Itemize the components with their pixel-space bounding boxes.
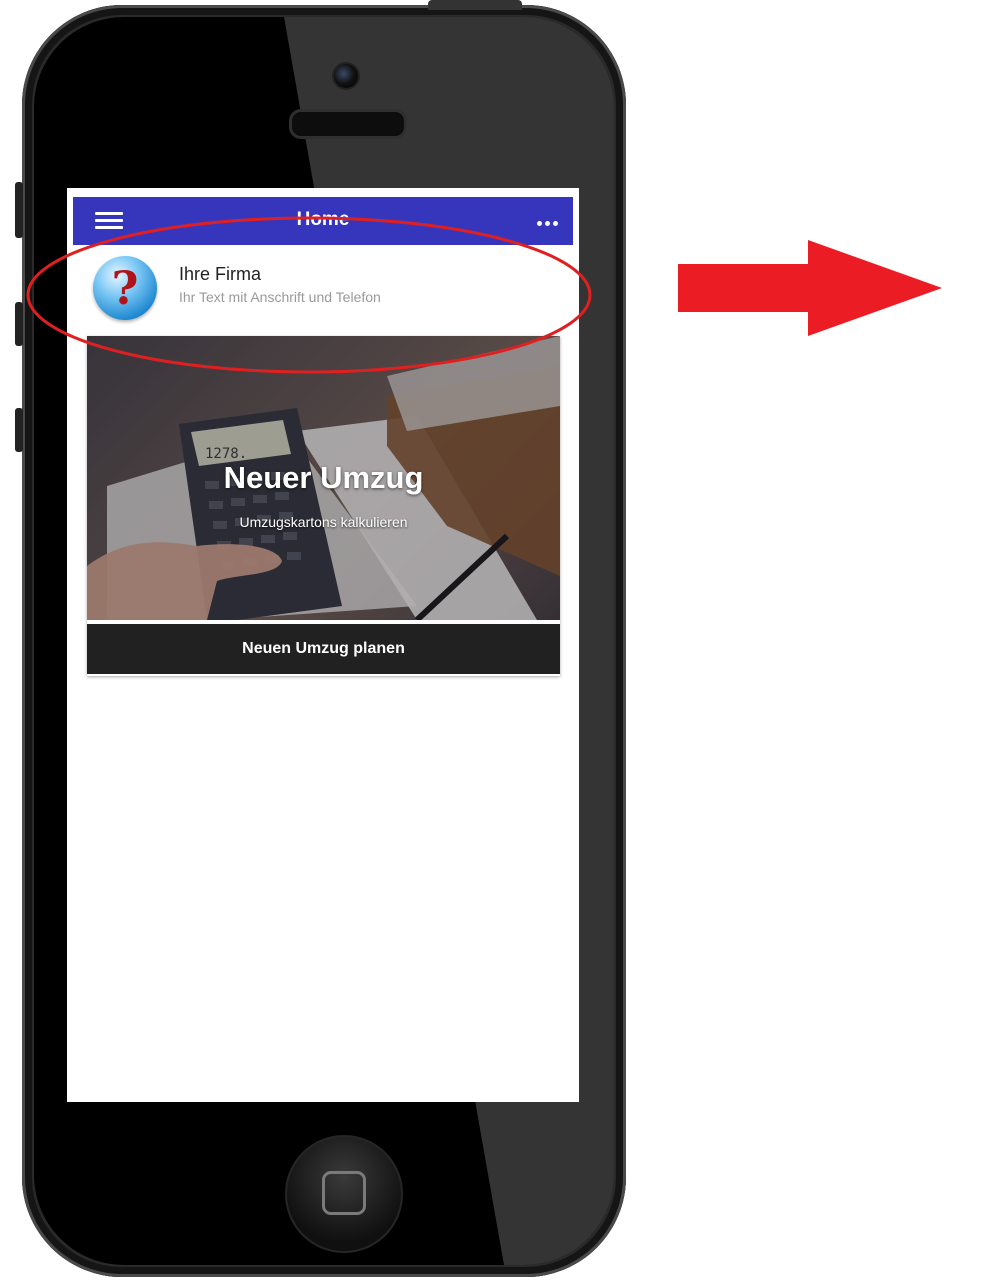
calculator-photo: 1278. Neuer Umzug Umzugskartons kalkulie… xyxy=(87,336,560,620)
plan-move-button[interactable]: Neuen Umzug planen xyxy=(87,624,560,674)
mute-switch xyxy=(15,182,23,238)
move-card: 1278. Neuer Umzug Umzugskartons kalkulie… xyxy=(87,336,560,676)
volume-up-button xyxy=(15,302,23,346)
power-button xyxy=(428,0,522,10)
camera-icon xyxy=(332,62,360,90)
volume-down-button xyxy=(15,408,23,452)
red-arrow-icon xyxy=(678,240,942,336)
card-subtitle: Umzugskartons kalkulieren xyxy=(239,514,408,530)
home-button[interactable] xyxy=(285,1135,403,1253)
speaker-grille xyxy=(289,109,407,139)
home-square-icon xyxy=(322,1171,366,1215)
highlight-ellipse xyxy=(26,216,592,374)
card-title: Neuer Umzug xyxy=(223,460,424,495)
